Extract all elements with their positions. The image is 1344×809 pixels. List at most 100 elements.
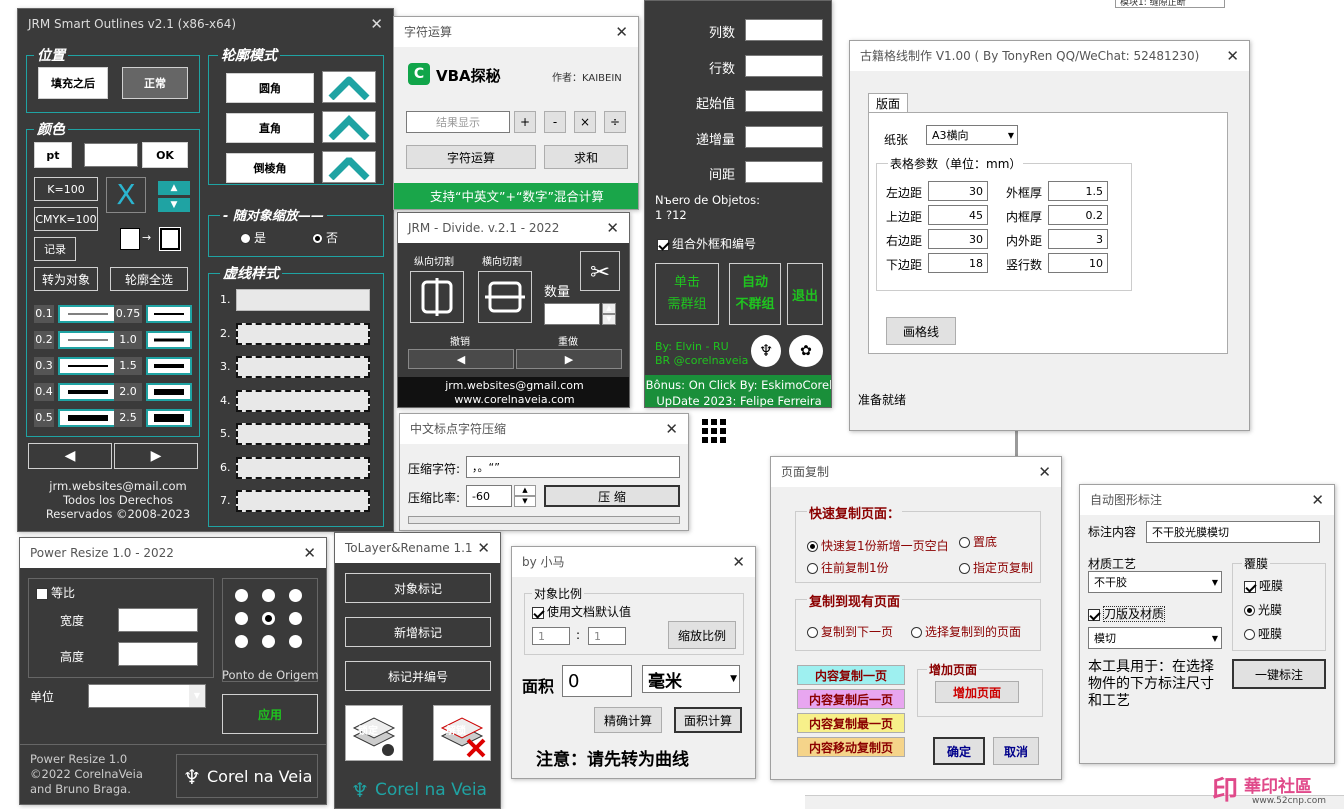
ok-button[interactable]: OK <box>142 142 188 168</box>
k100-button[interactable]: K=100 <box>34 177 98 201</box>
origin-point[interactable] <box>262 612 275 625</box>
gloss-radio[interactable]: 光膜 <box>1244 601 1282 618</box>
bevel-corner-icon[interactable] <box>322 151 376 183</box>
pt-button[interactable]: pt <box>34 142 72 168</box>
origin-point[interactable] <box>289 612 302 625</box>
unit-select[interactable]: 毫米 ▼ <box>642 665 740 693</box>
origin-point[interactable] <box>262 635 275 648</box>
to-bottom-radio[interactable]: 置底 <box>959 533 997 550</box>
param-input[interactable]: 45 <box>928 205 988 225</box>
close-icon[interactable]: ✕ <box>303 538 316 568</box>
cancel-button[interactable]: 取消 <box>993 737 1039 765</box>
dash-style-option[interactable] <box>236 322 370 345</box>
ratio-up-icon[interactable]: ▲ <box>514 485 536 496</box>
down-arrow-icon[interactable]: ▼ <box>158 198 190 212</box>
dash-style-option[interactable] <box>236 356 370 378</box>
outline-swatch-icon[interactable] <box>159 227 181 251</box>
close-icon[interactable]: ✕ <box>370 9 383 39</box>
combine-checkbox[interactable]: 组合外框和编号 <box>657 235 756 252</box>
param-input[interactable]: 30 <box>928 181 988 201</box>
quantity-input[interactable]: 2 <box>544 303 600 325</box>
param-input[interactable]: 3 <box>1048 229 1108 249</box>
area-value[interactable]: 0 <box>562 665 632 697</box>
plate-checkbox[interactable]: 刀版及材质 <box>1088 605 1166 622</box>
width-swatch-right[interactable] <box>146 409 192 427</box>
prev-button[interactable]: ◀ <box>28 443 112 469</box>
sum-button[interactable]: 求和 <box>544 145 628 169</box>
dash-style-option[interactable] <box>236 490 370 512</box>
divide-button[interactable]: ÷ <box>604 111 626 133</box>
scale-no-radio[interactable]: 否 <box>312 229 338 246</box>
unit-select[interactable]: mm ▼ <box>88 684 206 708</box>
origin-point[interactable] <box>289 589 302 602</box>
compress-chars-input[interactable]: ，。“” <box>466 456 680 478</box>
undo-button[interactable]: ◀ <box>408 349 514 369</box>
width-swatch-left[interactable] <box>58 305 118 323</box>
width-swatch-right[interactable] <box>146 357 192 375</box>
precise-calc-button[interactable]: 精确计算 <box>594 707 662 733</box>
area-calc-button[interactable]: 面积计算 <box>674 707 742 733</box>
apply-button[interactable]: 应用 <box>222 694 318 734</box>
param-input[interactable]: 30 <box>928 229 988 249</box>
dash-style-option[interactable] <box>236 289 370 311</box>
subtract-button[interactable]: - <box>544 111 566 133</box>
dash-style-option[interactable] <box>236 423 370 445</box>
origin-point[interactable] <box>262 589 275 602</box>
close-icon[interactable]: ✕ <box>1038 457 1051 487</box>
content-copy-one-button[interactable]: 内容复制一页 <box>797 665 905 685</box>
content-input[interactable]: 不干胶光膜模切 <box>1146 521 1320 543</box>
height-input[interactable] <box>118 642 198 666</box>
tab-layout[interactable]: 版面 <box>868 93 908 113</box>
ratio-down-icon[interactable]: ▼ <box>514 496 536 507</box>
compress-ratio-input[interactable]: -60 <box>466 485 512 507</box>
copy-next-radio[interactable]: 复制到下一页 <box>807 623 893 640</box>
width-swatch-left[interactable] <box>58 383 118 401</box>
content-copy-last-button[interactable]: 内容复制最一页 <box>797 713 905 733</box>
width-swatch-left[interactable] <box>58 357 118 375</box>
multiply-button[interactable]: × <box>574 111 596 133</box>
width-input[interactable] <box>118 608 198 632</box>
draw-grid-button[interactable]: 画格线 <box>886 317 956 345</box>
new-blank-radio[interactable]: 快速复1份新增一页空白 <box>807 537 949 554</box>
close-icon[interactable]: ✕ <box>1311 485 1324 515</box>
bevel-corner-button[interactable]: 倒棱角 <box>226 153 314 183</box>
up-arrow-icon[interactable]: ▲ <box>158 181 190 195</box>
close-icon[interactable]: ✕ <box>615 17 628 47</box>
ok-button[interactable]: 确定 <box>933 737 985 765</box>
width-input[interactable]: 1.0 <box>84 143 138 167</box>
choose-page-radio[interactable]: 选择复制到的页面 <box>911 623 1021 640</box>
fill-after-button[interactable]: 填充之后 <box>38 67 108 99</box>
record-button[interactable]: 记录 <box>34 237 76 261</box>
grid-field-input[interactable]: 0 <box>745 161 823 183</box>
horizontal-cut-icon[interactable] <box>478 271 532 323</box>
qty-up-icon[interactable]: ▲ <box>602 303 616 314</box>
specify-page-radio[interactable]: 指定页复制 <box>959 559 1033 576</box>
char-calc-button[interactable]: 字符运算 <box>406 145 536 169</box>
to-object-button[interactable]: 转为对象 <box>34 267 98 291</box>
object-mark-button[interactable]: 对象标记 <box>345 573 491 603</box>
param-input[interactable]: 18 <box>928 253 988 273</box>
normal-button[interactable]: 正常 <box>122 67 188 99</box>
param-input[interactable]: 10 <box>1048 253 1108 273</box>
param-input[interactable]: 1.5 <box>1048 181 1108 201</box>
vertical-cut-icon[interactable] <box>410 271 464 323</box>
origin-point[interactable] <box>235 635 248 648</box>
add-button[interactable]: + <box>514 111 536 133</box>
round-corner-icon[interactable] <box>322 71 376 103</box>
ratio-a-input[interactable]: 1 <box>532 627 570 645</box>
ratio-b-input[interactable]: 1 <box>588 627 626 645</box>
grid-field-input[interactable]: 4 <box>745 54 823 77</box>
width-swatch-left[interactable] <box>58 409 118 427</box>
dash-style-option[interactable] <box>236 389 370 412</box>
matte-radio[interactable]: 哑膜 <box>1244 625 1282 642</box>
copy-forward-radio[interactable]: 往前复制1份 <box>807 559 889 576</box>
group-button[interactable]: 单击 需群组 <box>655 263 719 325</box>
close-icon[interactable]: ✕ <box>732 547 745 577</box>
dash-style-option[interactable] <box>236 456 370 479</box>
scale-ratio-button[interactable]: 缩放比例 <box>668 621 736 649</box>
result-display[interactable]: 结果显示 <box>406 111 510 133</box>
fill-swatch-icon[interactable] <box>120 228 140 250</box>
ratio-checkbox[interactable]: 等比 <box>36 584 75 601</box>
exit-button[interactable]: 退出 <box>787 263 823 325</box>
mark-number-button[interactable]: 标记并编号 <box>345 661 491 691</box>
